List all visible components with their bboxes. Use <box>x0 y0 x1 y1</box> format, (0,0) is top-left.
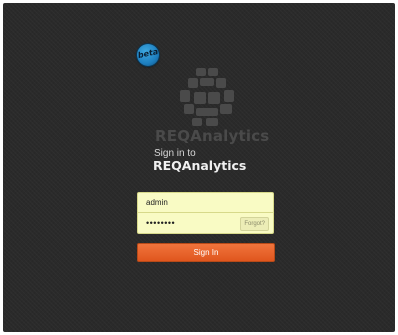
password-field-wrapper: Forgot? <box>137 213 274 234</box>
username-field-wrapper <box>137 192 274 213</box>
reqanalytics-logo-icon <box>180 68 234 126</box>
sign-in-button[interactable]: Sign In <box>137 243 275 262</box>
brand-name: REQAnalytics <box>155 127 270 145</box>
forgot-password-link[interactable]: Forgot? <box>240 217 269 231</box>
username-input[interactable] <box>138 193 273 212</box>
login-page: beta REQAnalytics Sign in to REQAnalytic… <box>3 3 395 332</box>
login-form: Forgot? <box>137 192 274 234</box>
beta-badge-label: beta <box>137 46 159 61</box>
beta-badge-icon: beta <box>137 44 159 66</box>
signin-app-name: REQAnalytics <box>153 158 247 173</box>
